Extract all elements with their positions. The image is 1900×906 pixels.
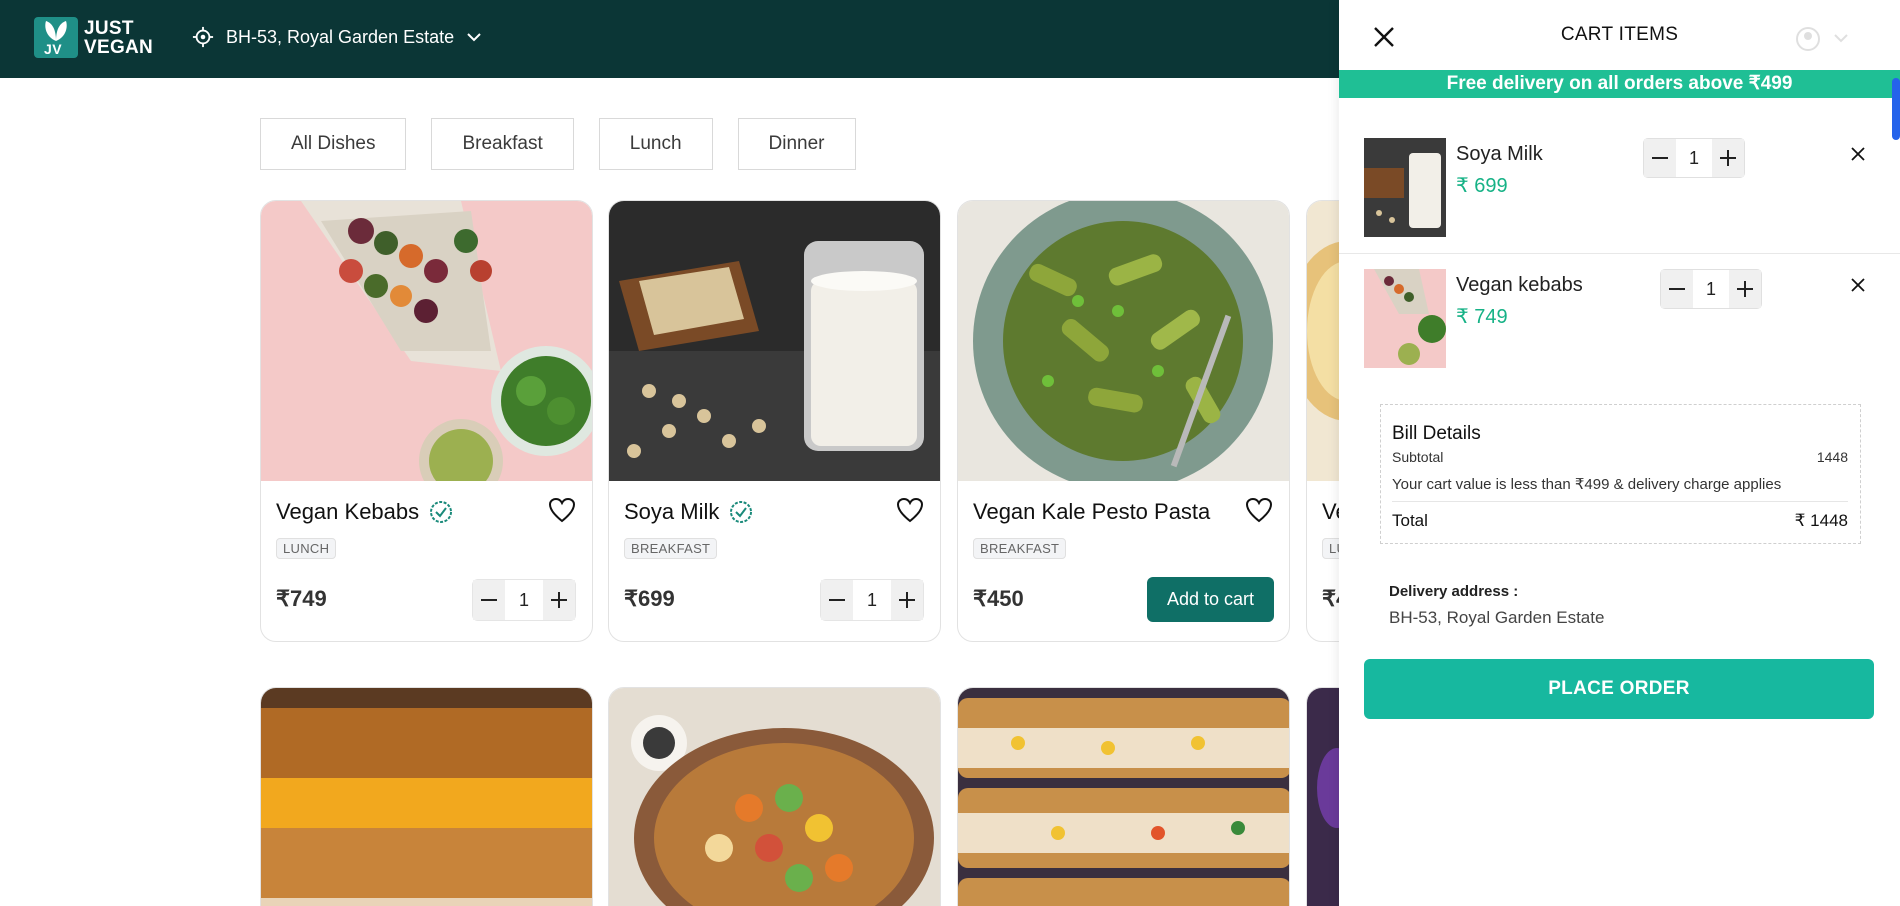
- divider: [1392, 501, 1848, 502]
- cart-item-name: Soya Milk: [1456, 143, 1543, 165]
- increase-button[interactable]: [1728, 270, 1761, 308]
- brand-name-line2: VEGAN: [84, 36, 154, 58]
- product-card: [608, 687, 941, 906]
- product-name-text: Vegan Kebabs: [276, 499, 420, 524]
- vegan-kebabs-image: [261, 201, 592, 481]
- filter-all-dishes[interactable]: All Dishes: [260, 118, 407, 170]
- verified-badge-icon: [430, 501, 453, 523]
- cart-item: Vegan kebabs ₹ 749 1: [1339, 252, 1900, 384]
- product-card: [957, 687, 1290, 906]
- minus-icon: [1669, 288, 1685, 290]
- bill-details: Bill Details Subtotal 1448 Your cart val…: [1380, 404, 1861, 544]
- decrease-button[interactable]: [1644, 139, 1676, 177]
- delivery-charge-note: Your cart value is less than ₹499 & deli…: [1392, 476, 1782, 493]
- product-card: Vegan Kale Pesto Pasta BREAKFAST ₹450 Ad…: [957, 200, 1290, 642]
- bill-title: Bill Details: [1392, 423, 1481, 444]
- product-name: Vegan Kale Pesto Pasta: [973, 499, 1210, 525]
- total-value: ₹ 1448: [1794, 511, 1848, 530]
- filter-breakfast[interactable]: Breakfast: [431, 118, 574, 170]
- place-order-button[interactable]: PLACE ORDER: [1364, 659, 1874, 719]
- quantity-value: 1: [866, 589, 877, 610]
- category-tag: BREAKFAST: [973, 538, 1067, 559]
- leaf-icon: [45, 21, 67, 41]
- logo-text: JUST VEGAN: [84, 19, 153, 57]
- category-tag: LUNCH: [276, 538, 337, 559]
- product-name: Vegan Kebabs: [276, 499, 453, 525]
- location-pin-icon: [192, 26, 214, 48]
- cart-item: Soya Milk ₹ 699 1: [1339, 121, 1900, 253]
- soya-milk-image: [609, 201, 940, 481]
- verified-badge-icon: [730, 501, 753, 523]
- minus-icon: [829, 599, 845, 601]
- add-to-cart-button[interactable]: Add to cart: [1147, 577, 1274, 622]
- app-root: JV JUST VEGAN BH-53, Royal Garden Estate: [0, 0, 1900, 906]
- product-card: Vegan Kebabs LUNCH ₹749 1: [260, 200, 593, 642]
- location-text: BH-53, Royal Garden Estate: [226, 26, 455, 47]
- decrease-button[interactable]: [821, 580, 853, 620]
- cart-drawer: CART ITEMS Free delivery on all orders a…: [1339, 0, 1900, 906]
- minus-icon: [481, 599, 497, 601]
- delivery-address-value: BH-53, Royal Garden Estate: [1389, 608, 1605, 627]
- product-card: [260, 687, 593, 906]
- product-price: ₹749: [276, 586, 327, 611]
- product-name-text: Vegan Kale Pesto Pasta: [973, 499, 1211, 524]
- plus-icon: [1719, 150, 1736, 166]
- filter-lunch[interactable]: Lunch: [598, 118, 713, 170]
- location-selector[interactable]: BH-53, Royal Garden Estate: [192, 26, 482, 48]
- decrease-button[interactable]: [473, 580, 505, 620]
- minus-icon: [1652, 157, 1668, 159]
- veggie-bowl-image: [609, 688, 940, 906]
- plus-icon: [550, 592, 567, 608]
- quantity-stepper: 1: [472, 579, 576, 621]
- plus-icon: [1736, 281, 1753, 297]
- favorite-heart-icon[interactable]: [1245, 497, 1273, 523]
- category-filters: All Dishes Breakfast Lunch Dinner: [260, 118, 856, 170]
- subtotal-label: Subtotal: [1392, 449, 1444, 465]
- soya-milk-thumbnail: [1364, 138, 1446, 237]
- product-name-text: Soya Milk: [624, 499, 720, 524]
- category-tag: BREAKFAST: [624, 538, 718, 559]
- remove-item-icon[interactable]: [1850, 277, 1866, 293]
- quantity-value: 1: [1705, 278, 1716, 299]
- product-card: Soya Milk BREAKFAST ₹699 1: [608, 200, 941, 642]
- increase-button[interactable]: [890, 580, 923, 620]
- product-name: Soya Milk: [624, 499, 753, 525]
- cart-item-price: ₹ 699: [1456, 175, 1508, 197]
- quantity-value: 1: [1688, 147, 1699, 168]
- cart-quantity-stepper: 1: [1643, 138, 1745, 178]
- user-avatar-icon: [1796, 27, 1848, 51]
- free-delivery-banner: Free delivery on all orders above ₹499: [1339, 70, 1900, 98]
- quantity-stepper: 1: [820, 579, 924, 621]
- filter-dinner[interactable]: Dinner: [737, 118, 856, 170]
- logo-initials: JV: [44, 41, 63, 57]
- decrease-button[interactable]: [1661, 270, 1693, 308]
- product-price: ₹699: [624, 586, 675, 611]
- cart-item-price: ₹ 749: [1456, 306, 1508, 328]
- plus-icon: [898, 592, 915, 608]
- cart-quantity-stepper: 1: [1660, 269, 1762, 309]
- corn-sandwich-image: [958, 688, 1289, 906]
- quantity-value: 1: [518, 589, 529, 610]
- cart-item-name: Vegan kebabs: [1456, 274, 1583, 296]
- brand-name-line1: JUST: [84, 17, 134, 39]
- favorite-heart-icon[interactable]: [548, 497, 576, 523]
- increase-button[interactable]: [1711, 139, 1744, 177]
- vegan-kebabs-thumbnail: [1364, 269, 1446, 368]
- remove-item-icon[interactable]: [1850, 146, 1866, 162]
- delivery-address-label: Delivery address :: [1389, 583, 1519, 600]
- total-label: Total: [1392, 511, 1428, 530]
- subtotal-value: 1448: [1816, 449, 1848, 465]
- product-price: ₹450: [973, 586, 1024, 611]
- chevron-down-icon: [467, 33, 481, 42]
- logo-mark: JV: [34, 17, 78, 58]
- cart-header: CART ITEMS: [1339, 0, 1900, 70]
- favorite-heart-icon[interactable]: [896, 497, 924, 523]
- pesto-pasta-image: [958, 201, 1289, 481]
- grilled-sandwich-image: [261, 688, 592, 906]
- brand-logo[interactable]: JV JUST VEGAN: [34, 17, 153, 58]
- increase-button[interactable]: [542, 580, 575, 620]
